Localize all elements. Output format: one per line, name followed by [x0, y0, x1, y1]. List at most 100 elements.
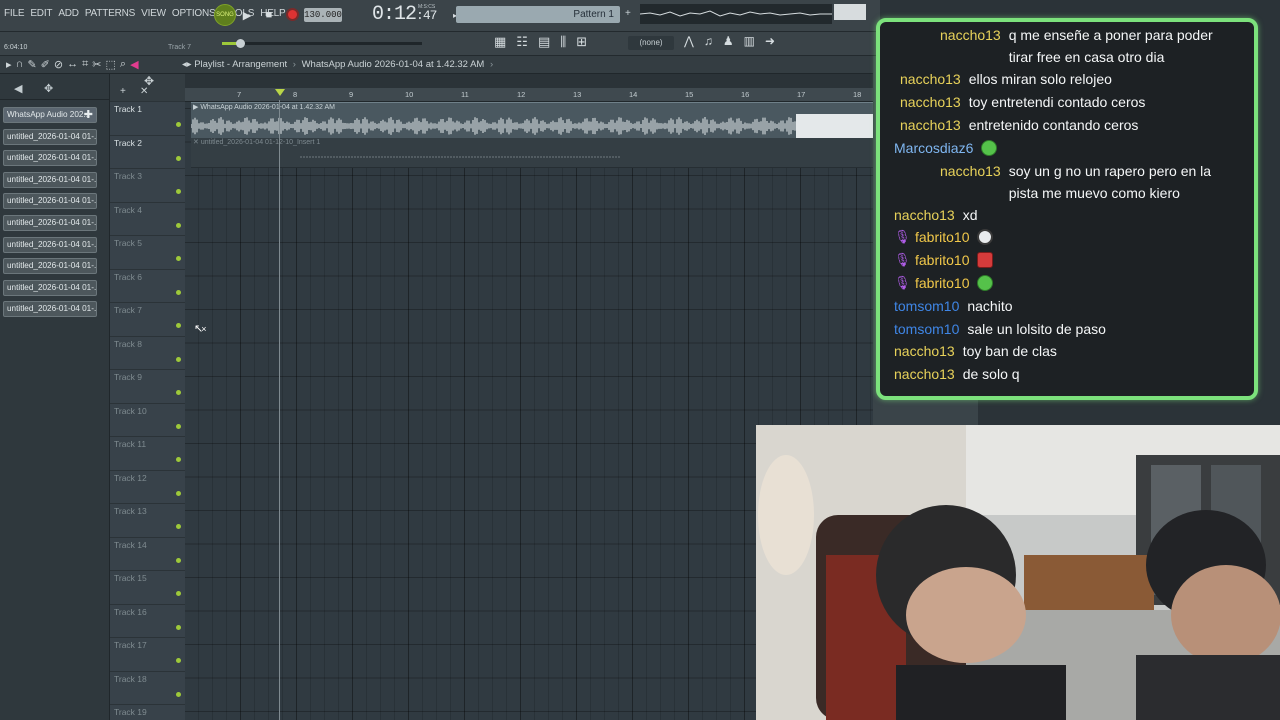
- playlist-options-icon[interactable]: ▸: [6, 58, 12, 71]
- typing-keyboard-icon[interactable]: ♫: [704, 34, 713, 48]
- menu-file[interactable]: FILE: [4, 8, 25, 19]
- browser-item[interactable]: untitled_2026-01-04 01-...: [3, 193, 97, 210]
- arrow-icon[interactable]: ✥: [144, 74, 154, 88]
- track-header[interactable]: Track 9: [110, 370, 185, 404]
- chat-username[interactable]: naccho13: [900, 68, 961, 91]
- track-mute-led[interactable]: [176, 390, 181, 395]
- wait-input-icon[interactable]: ♟: [723, 34, 734, 48]
- magnet-icon[interactable]: ∩: [16, 58, 24, 71]
- track-mute-led[interactable]: [176, 256, 181, 261]
- song-position-marker[interactable]: [275, 89, 285, 96]
- pencil-icon[interactable]: ✎: [27, 58, 36, 71]
- track-header[interactable]: Track 14: [110, 538, 185, 571]
- track-header[interactable]: Track 4: [110, 203, 185, 236]
- add-track-icon[interactable]: +: [120, 86, 126, 97]
- breadcrumb-item[interactable]: WhatsApp Audio 2026-01-04 at 1.42.32 AM: [302, 59, 485, 70]
- chat-username[interactable]: naccho13: [894, 363, 955, 386]
- main-volume-slider[interactable]: [222, 39, 422, 48]
- track-header[interactable]: Track 10: [110, 404, 185, 437]
- track-mute-led[interactable]: [176, 691, 181, 697]
- menu-options[interactable]: OPTIONS: [172, 8, 216, 19]
- track-mute-led[interactable]: [176, 624, 181, 630]
- tempo-display[interactable]: 130.000: [304, 8, 342, 22]
- next-arrow-icon[interactable]: ➜: [765, 34, 775, 48]
- track-mute-led[interactable]: [176, 323, 181, 328]
- browser-icon[interactable]: ⊞: [576, 34, 587, 50]
- browser-item[interactable]: untitled_2026-01-04 01-...: [3, 215, 97, 231]
- track-mute-led[interactable]: [176, 490, 181, 496]
- browser-item[interactable]: untitled_2026-01-04 01-...: [3, 128, 97, 145]
- browser-back-icon[interactable]: ◀: [14, 82, 22, 95]
- chat-username[interactable]: naccho13: [894, 204, 955, 227]
- track-header[interactable]: Track 16: [110, 605, 185, 638]
- track-header[interactable]: Track 19: [110, 705, 185, 720]
- chat-username[interactable]: fabrito10: [915, 226, 969, 249]
- slice-icon[interactable]: ✂: [92, 58, 101, 71]
- chat-username[interactable]: tomsom10: [894, 318, 959, 341]
- track-header[interactable]: Track 2: [110, 136, 185, 169]
- browser-item[interactable]: untitled_2026-01-04 01-...: [3, 301, 97, 318]
- record-button[interactable]: [286, 8, 299, 21]
- track-mute-led[interactable]: [176, 222, 181, 228]
- delete-icon[interactable]: ⊘: [54, 58, 63, 71]
- browser-item[interactable]: untitled_2026-01-04 01-...: [3, 279, 97, 296]
- chat-username[interactable]: tomsom10: [894, 295, 959, 318]
- track-header[interactable]: Track 1: [110, 102, 185, 136]
- piano-roll-icon[interactable]: ☷: [516, 34, 528, 50]
- track-header[interactable]: Track 18: [110, 672, 185, 705]
- pattern-selector[interactable]: Pattern 1: [456, 6, 620, 23]
- step-edit-icon[interactable]: ▥: [744, 34, 755, 48]
- playback-icon[interactable]: ◀: [130, 58, 138, 71]
- track-mute-led[interactable]: [176, 658, 181, 663]
- playlist-icon[interactable]: ▦: [494, 34, 506, 50]
- track-mute-led[interactable]: [176, 289, 181, 295]
- snap-selector[interactable]: (none): [628, 36, 674, 50]
- track-mute-led[interactable]: [176, 155, 181, 161]
- browser-expand-icon[interactable]: ✥: [44, 82, 53, 95]
- track-header[interactable]: Track 3: [110, 169, 185, 203]
- track-mute-led[interactable]: [176, 189, 181, 194]
- chat-username[interactable]: naccho13: [940, 160, 1001, 183]
- track-header[interactable]: Track 17: [110, 638, 185, 672]
- chat-username[interactable]: naccho13: [940, 24, 1001, 47]
- track-mute-led[interactable]: [176, 356, 181, 362]
- track-mute-led[interactable]: [176, 591, 181, 596]
- breadcrumb-root[interactable]: Playlist - Arrangement: [194, 59, 287, 70]
- chat-username[interactable]: fabrito10: [915, 249, 969, 272]
- slip-icon[interactable]: ⌗: [82, 58, 88, 71]
- chat-username[interactable]: naccho13: [900, 91, 961, 114]
- track-mute-led[interactable]: [176, 557, 181, 563]
- zoom-icon[interactable]: ⌕: [120, 58, 126, 71]
- track-header[interactable]: Track 7: [110, 303, 185, 337]
- track-mute-led[interactable]: [176, 423, 181, 429]
- track-header[interactable]: Track 6: [110, 270, 185, 303]
- metronome-icon[interactable]: ⋀: [684, 34, 694, 48]
- menu-add[interactable]: ADD: [58, 8, 79, 19]
- song-mode-button[interactable]: SONG: [214, 4, 236, 26]
- mixer-icon[interactable]: ⫼: [560, 34, 566, 50]
- menu-view[interactable]: VIEW: [141, 8, 166, 19]
- track-header[interactable]: Track 8: [110, 337, 185, 370]
- track-header[interactable]: Track 5: [110, 236, 185, 270]
- play-icon[interactable]: ▶: [238, 6, 256, 24]
- chat-username[interactable]: naccho13: [900, 114, 961, 137]
- browser-item[interactable]: untitled_2026-01-04 01-...: [3, 236, 97, 253]
- stop-icon[interactable]: ■: [260, 6, 278, 24]
- expand-icon[interactable]: ✚: [84, 108, 93, 122]
- chat-username[interactable]: Marcosdiaz6: [894, 137, 973, 160]
- channel-rack-icon[interactable]: ▤: [538, 34, 550, 50]
- mute-icon[interactable]: ↔: [67, 58, 78, 71]
- menu-edit[interactable]: EDIT: [30, 8, 52, 19]
- browser-item[interactable]: WhatsApp Audio 202... ✚: [3, 107, 97, 123]
- track-mute-led[interactable]: [176, 524, 181, 529]
- track-mute-led[interactable]: [176, 122, 181, 127]
- select-icon[interactable]: ⬚: [106, 58, 116, 71]
- track-header[interactable]: Track 11: [110, 437, 185, 471]
- brush-icon[interactable]: ✐: [41, 58, 50, 71]
- track-mute-led[interactable]: [176, 457, 181, 462]
- browser-item[interactable]: untitled_2026-01-04 01-...: [3, 150, 97, 167]
- chat-username[interactable]: fabrito10: [915, 272, 969, 295]
- audio-clip-whatsapp[interactable]: ▶ WhatsApp Audio 2026-01-04 at 1.42.32 A…: [191, 102, 880, 138]
- browser-item[interactable]: untitled_2026-01-04 01-...: [3, 258, 97, 275]
- track-header[interactable]: Track 12: [110, 471, 185, 504]
